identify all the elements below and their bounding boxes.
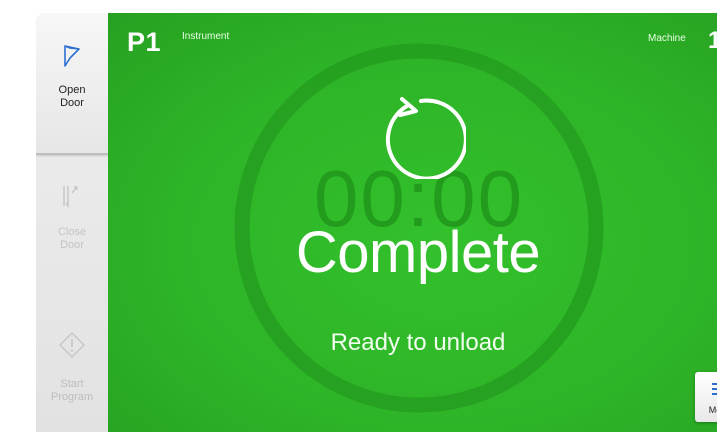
open-door-icon <box>61 43 83 74</box>
start-program-icon <box>58 331 86 364</box>
close-door-icon <box>60 183 84 214</box>
machine-label: Machine <box>648 33 686 44</box>
start-program-label: Start Program <box>50 378 94 403</box>
program-number: P1 <box>127 27 162 57</box>
menu-label: Menu <box>708 405 717 415</box>
close-door-label: Close Door <box>57 226 87 251</box>
restart-icon <box>385 97 466 179</box>
start-program-button[interactable]: Start Program <box>36 331 108 432</box>
status-title: Complete <box>295 220 541 285</box>
open-door-button[interactable]: Open Door <box>36 13 108 155</box>
sidebar: Open Door Close Door Start Program <box>36 13 109 432</box>
status-panel: P1 Instrument Machine 1 00:00 Complete R… <box>108 13 717 432</box>
instrument-screen: Open Door Close Door Start Program P1 In… <box>36 13 717 432</box>
machine-number: 1 <box>708 27 717 54</box>
instrument-label: Instrument <box>182 31 230 42</box>
status-subtitle: Ready to unload <box>330 329 506 356</box>
menu-button[interactable]: Menu <box>695 372 717 422</box>
hamburger-icon <box>711 372 717 403</box>
open-door-label: Open Door <box>58 84 86 109</box>
close-door-button[interactable]: Close Door <box>36 183 108 283</box>
